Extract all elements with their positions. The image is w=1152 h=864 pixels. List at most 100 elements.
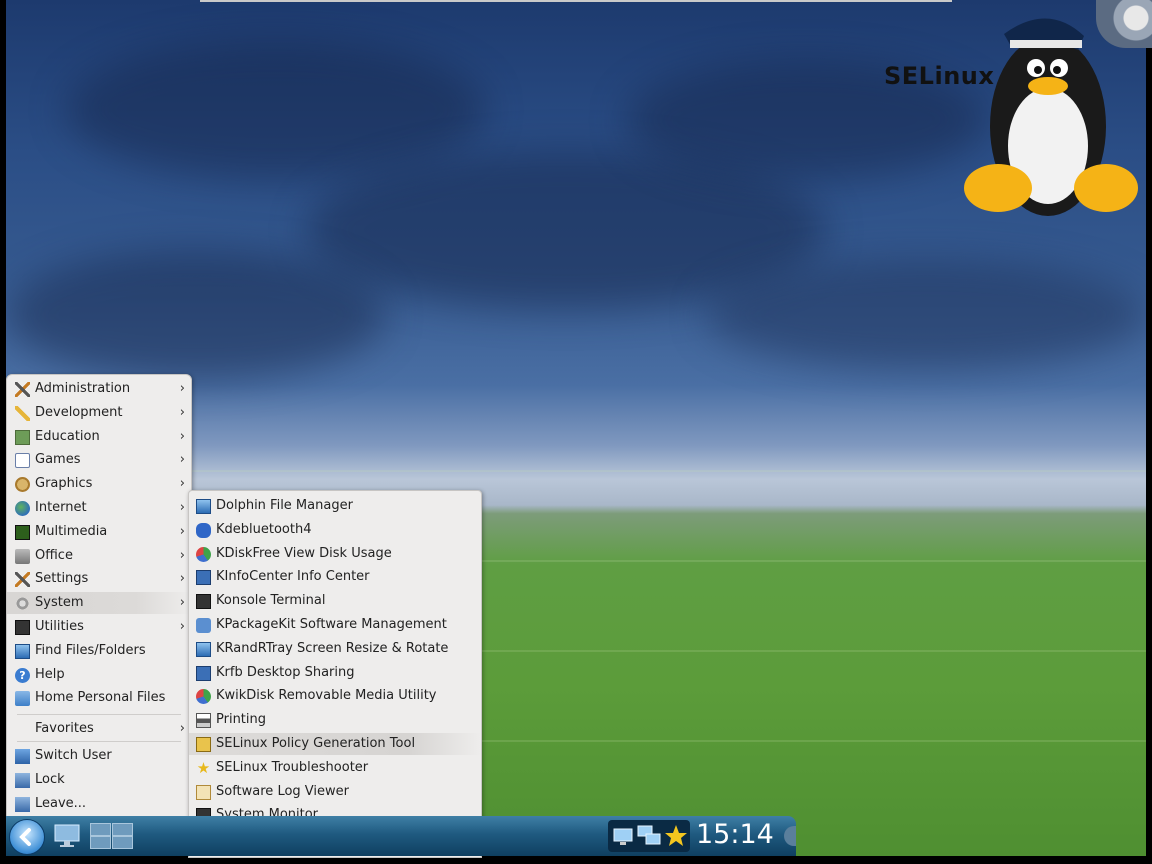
menu-separator <box>17 741 181 743</box>
pager-desktop-3[interactable] <box>90 836 111 849</box>
menu-item-label: Administration <box>35 381 131 396</box>
menu-item-graphics[interactable]: Graphics › <box>7 473 191 495</box>
network-icon[interactable] <box>637 825 661 845</box>
menu-item-label: Internet <box>35 500 87 515</box>
menu-item-label: Dolphin File Manager <box>216 498 353 513</box>
menu-item-label: System <box>35 595 84 611</box>
menu-item-label: SELinux Troubleshooter <box>216 759 369 775</box>
application-launcher-menu: Administration › Development › Education › Gam… <box>6 374 192 818</box>
globe-icon <box>15 501 30 516</box>
chevron-right-icon: › <box>179 523 185 539</box>
digital-clock[interactable]: 15:14 <box>696 819 774 850</box>
menu-item-office[interactable]: Office › <box>7 545 191 567</box>
pencil-icon <box>15 405 30 421</box>
tux-penguin-logo <box>964 18 1138 216</box>
menu-item-settings[interactable]: Settings › <box>7 568 191 590</box>
chevron-right-icon: › <box>179 428 185 444</box>
menu-item-label: KInfoCenter Info Center <box>216 569 370 585</box>
menu-item-label: Help <box>35 666 65 682</box>
menu-item-label: Printing <box>216 712 267 728</box>
system-tray <box>608 820 690 852</box>
removable-media-icon <box>196 689 211 705</box>
office-icon <box>15 548 30 564</box>
log-viewer-icon <box>196 784 211 800</box>
chevron-right-icon: › <box>179 476 185 492</box>
menu-item-konsole-terminal[interactable]: Konsole Terminal <box>189 590 481 612</box>
star-icon[interactable] <box>665 825 687 846</box>
tools-icon <box>15 382 30 397</box>
bluetooth-icon <box>196 522 211 538</box>
info-center-icon <box>196 570 211 586</box>
menu-item-printing[interactable]: Printing <box>189 709 481 731</box>
top-panel-edge <box>200 0 952 2</box>
chevron-right-icon: › <box>179 619 185 634</box>
menu-item-lock[interactable]: Lock <box>7 769 191 791</box>
menu-item-multimedia[interactable]: Multimedia › <box>7 521 191 543</box>
star-icon: ★ <box>196 758 211 777</box>
monitor-icon <box>15 643 30 659</box>
menu-item-label: Development <box>35 404 123 420</box>
monitor-icon <box>196 641 211 657</box>
film-icon <box>15 524 30 540</box>
palette-icon <box>15 477 30 493</box>
menu-item-kdebluetooth4[interactable]: Kdebluetooth4 <box>189 519 481 541</box>
chevron-right-icon: › <box>179 404 185 420</box>
menu-item-education[interactable]: Education › <box>7 426 191 448</box>
virtual-desktop-pager[interactable] <box>90 823 134 849</box>
menu-item-leave[interactable]: Leave... <box>7 793 191 815</box>
menu-item-label: Switch User <box>35 748 112 764</box>
gear-icon <box>15 596 30 612</box>
menu-item-games[interactable]: Games › <box>7 449 191 471</box>
display-icon[interactable] <box>613 828 633 845</box>
menu-item-kinfocenter-info-center[interactable]: KInfoCenter Info Center <box>189 566 481 588</box>
menu-item-krfb-desktop-sharing[interactable]: Krfb Desktop Sharing <box>189 662 481 684</box>
menu-item-switch-user[interactable]: Switch User <box>7 745 191 767</box>
menu-item-kwikdisk-removable-media-utility[interactable]: KwikDisk Removable Media Utility <box>189 685 481 707</box>
pager-desktop-2[interactable] <box>112 823 133 836</box>
chevron-right-icon: › <box>179 721 185 737</box>
menu-item-label: Graphics <box>35 476 93 492</box>
menu-item-dolphin-file-manager[interactable]: Dolphin File Manager <box>189 495 481 517</box>
menu-item-selinux-policy-generation-tool[interactable]: SELinux Policy Generation Tool <box>189 733 481 755</box>
show-desktop-icon[interactable] <box>52 820 82 850</box>
chevron-right-icon: › <box>179 571 185 587</box>
package-icon <box>196 618 211 633</box>
menu-item-label: Konsole Terminal <box>216 593 326 609</box>
menu-item-label: Software Log Viewer <box>216 783 349 799</box>
pager-desktop-4[interactable] <box>112 836 133 849</box>
help-icon: ? <box>15 667 30 683</box>
desktop-sharing-icon <box>196 665 211 681</box>
menu-item-development[interactable]: Development › <box>7 402 191 424</box>
pager-desktop-1[interactable] <box>90 823 111 836</box>
menu-item-favorites[interactable]: Favorites › <box>7 718 191 740</box>
menu-item-home-personal-files[interactable]: Home Personal Files <box>7 687 191 709</box>
menu-item-kdiskfree-view-disk-usage[interactable]: KDiskFree View Disk Usage <box>189 543 481 565</box>
menu-item-label: Leave... <box>35 795 87 811</box>
dice-icon <box>15 453 30 469</box>
menu-item-label: Kdebluetooth4 <box>216 521 312 537</box>
menu-item-administration[interactable]: Administration › <box>7 378 191 400</box>
chevron-right-icon: › <box>179 452 185 468</box>
chalkboard-icon <box>15 429 30 445</box>
menu-item-software-log-viewer[interactable]: Software Log Viewer <box>189 781 481 803</box>
menu-item-internet[interactable]: Internet › <box>7 497 191 519</box>
disk-usage-icon <box>196 546 211 562</box>
application-launcher-button[interactable] <box>9 819 45 855</box>
panel-toolbox-icon[interactable] <box>784 826 796 846</box>
menu-item-label: Multimedia <box>35 523 108 539</box>
menu-separator <box>17 714 181 716</box>
menu-item-utilities[interactable]: Utilities › <box>7 616 191 638</box>
menu-item-help[interactable]: ? Help <box>7 664 191 686</box>
chevron-right-icon: › <box>179 500 185 515</box>
terminal-icon <box>15 620 30 635</box>
menu-item-label: KRandRTray Screen Resize & Rotate <box>216 640 449 656</box>
menu-item-label: SELinux Policy Generation Tool <box>216 736 416 751</box>
menu-item-system[interactable]: System › <box>7 592 191 615</box>
folder-icon <box>15 691 30 707</box>
menu-item-label: Settings <box>35 571 89 587</box>
menu-item-kpackagekit-software-management[interactable]: KPackageKit Software Management <box>189 614 481 636</box>
menu-item-label: Krfb Desktop Sharing <box>216 664 355 680</box>
menu-item-selinux-troubleshooter[interactable]: ★ SELinux Troubleshooter <box>189 757 481 779</box>
menu-item-find-files-folders[interactable]: Find Files/Folders <box>7 640 191 662</box>
menu-item-krandrtray-screen-resize-rotate[interactable]: KRandRTray Screen Resize & Rotate <box>189 638 481 660</box>
